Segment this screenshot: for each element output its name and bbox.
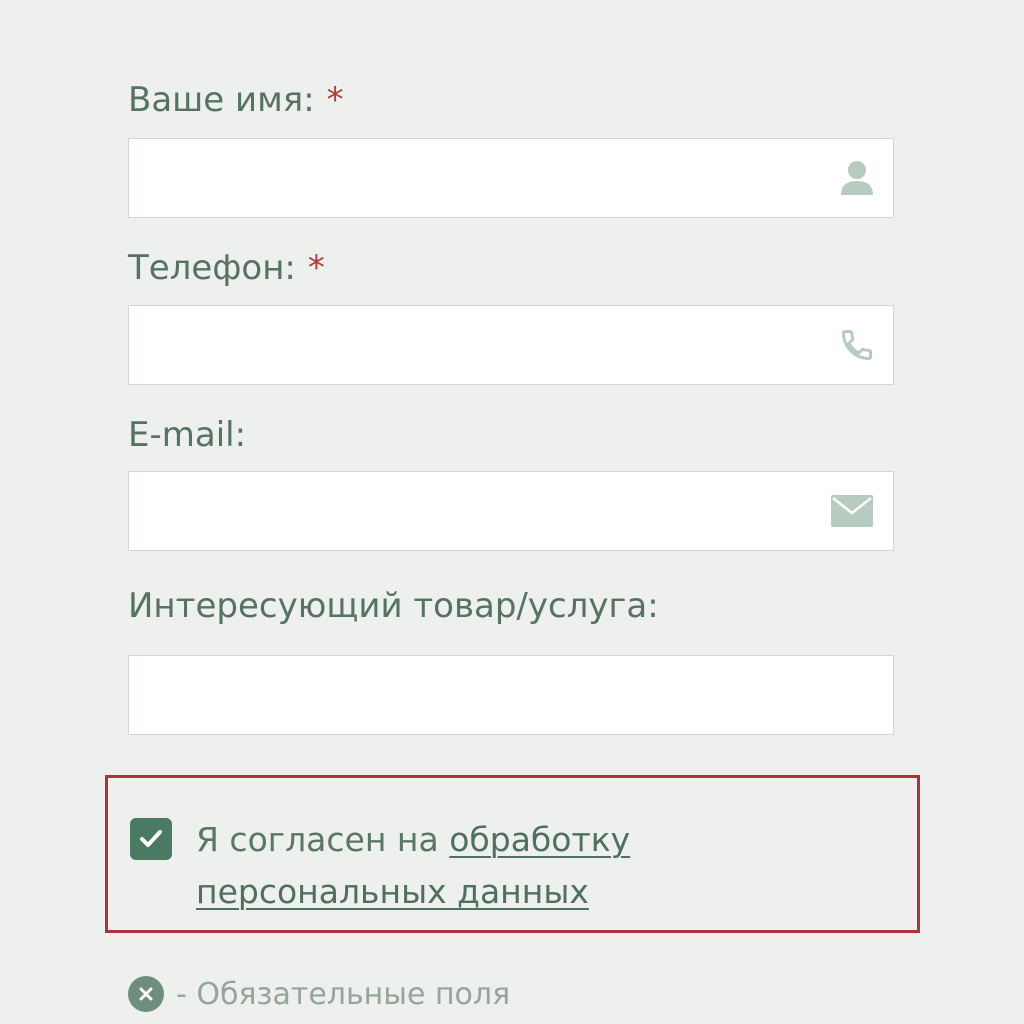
consent-checkbox[interactable] — [130, 818, 172, 860]
email-label: E-mail: — [128, 415, 246, 455]
close-circle-icon — [128, 976, 164, 1012]
phone-icon — [839, 327, 875, 363]
product-label-text: Интересующий товар/услуга: — [128, 586, 659, 626]
product-field — [128, 655, 894, 735]
required-asterisk: * — [326, 80, 344, 120]
name-input[interactable] — [129, 139, 893, 217]
legend-text: - Обязательные поля — [176, 976, 511, 1012]
consent-box: Я согласен на обработку персональных дан… — [105, 775, 920, 933]
envelope-icon — [831, 495, 873, 527]
user-icon — [839, 159, 875, 197]
phone-field — [128, 305, 894, 385]
consent-text-prefix: Я согласен на — [196, 820, 450, 859]
phone-input[interactable] — [129, 306, 893, 384]
consent-text: Я согласен на обработку персональных дан… — [196, 814, 886, 918]
product-input[interactable] — [129, 656, 893, 734]
required-asterisk: * — [307, 248, 325, 288]
name-label: Ваше имя: * — [128, 80, 344, 120]
email-label-text: E-mail: — [128, 415, 247, 455]
required-fields-legend: - Обязательные поля — [128, 976, 510, 1012]
name-field — [128, 138, 894, 218]
phone-label: Телефон: * — [128, 248, 325, 288]
checkmark-icon — [140, 830, 162, 847]
email-input[interactable] — [129, 472, 893, 550]
phone-label-text: Телефон: — [128, 248, 296, 288]
email-field — [128, 471, 894, 551]
product-label: Интересующий товар/услуга: — [128, 586, 659, 626]
name-label-text: Ваше имя: — [128, 80, 315, 120]
